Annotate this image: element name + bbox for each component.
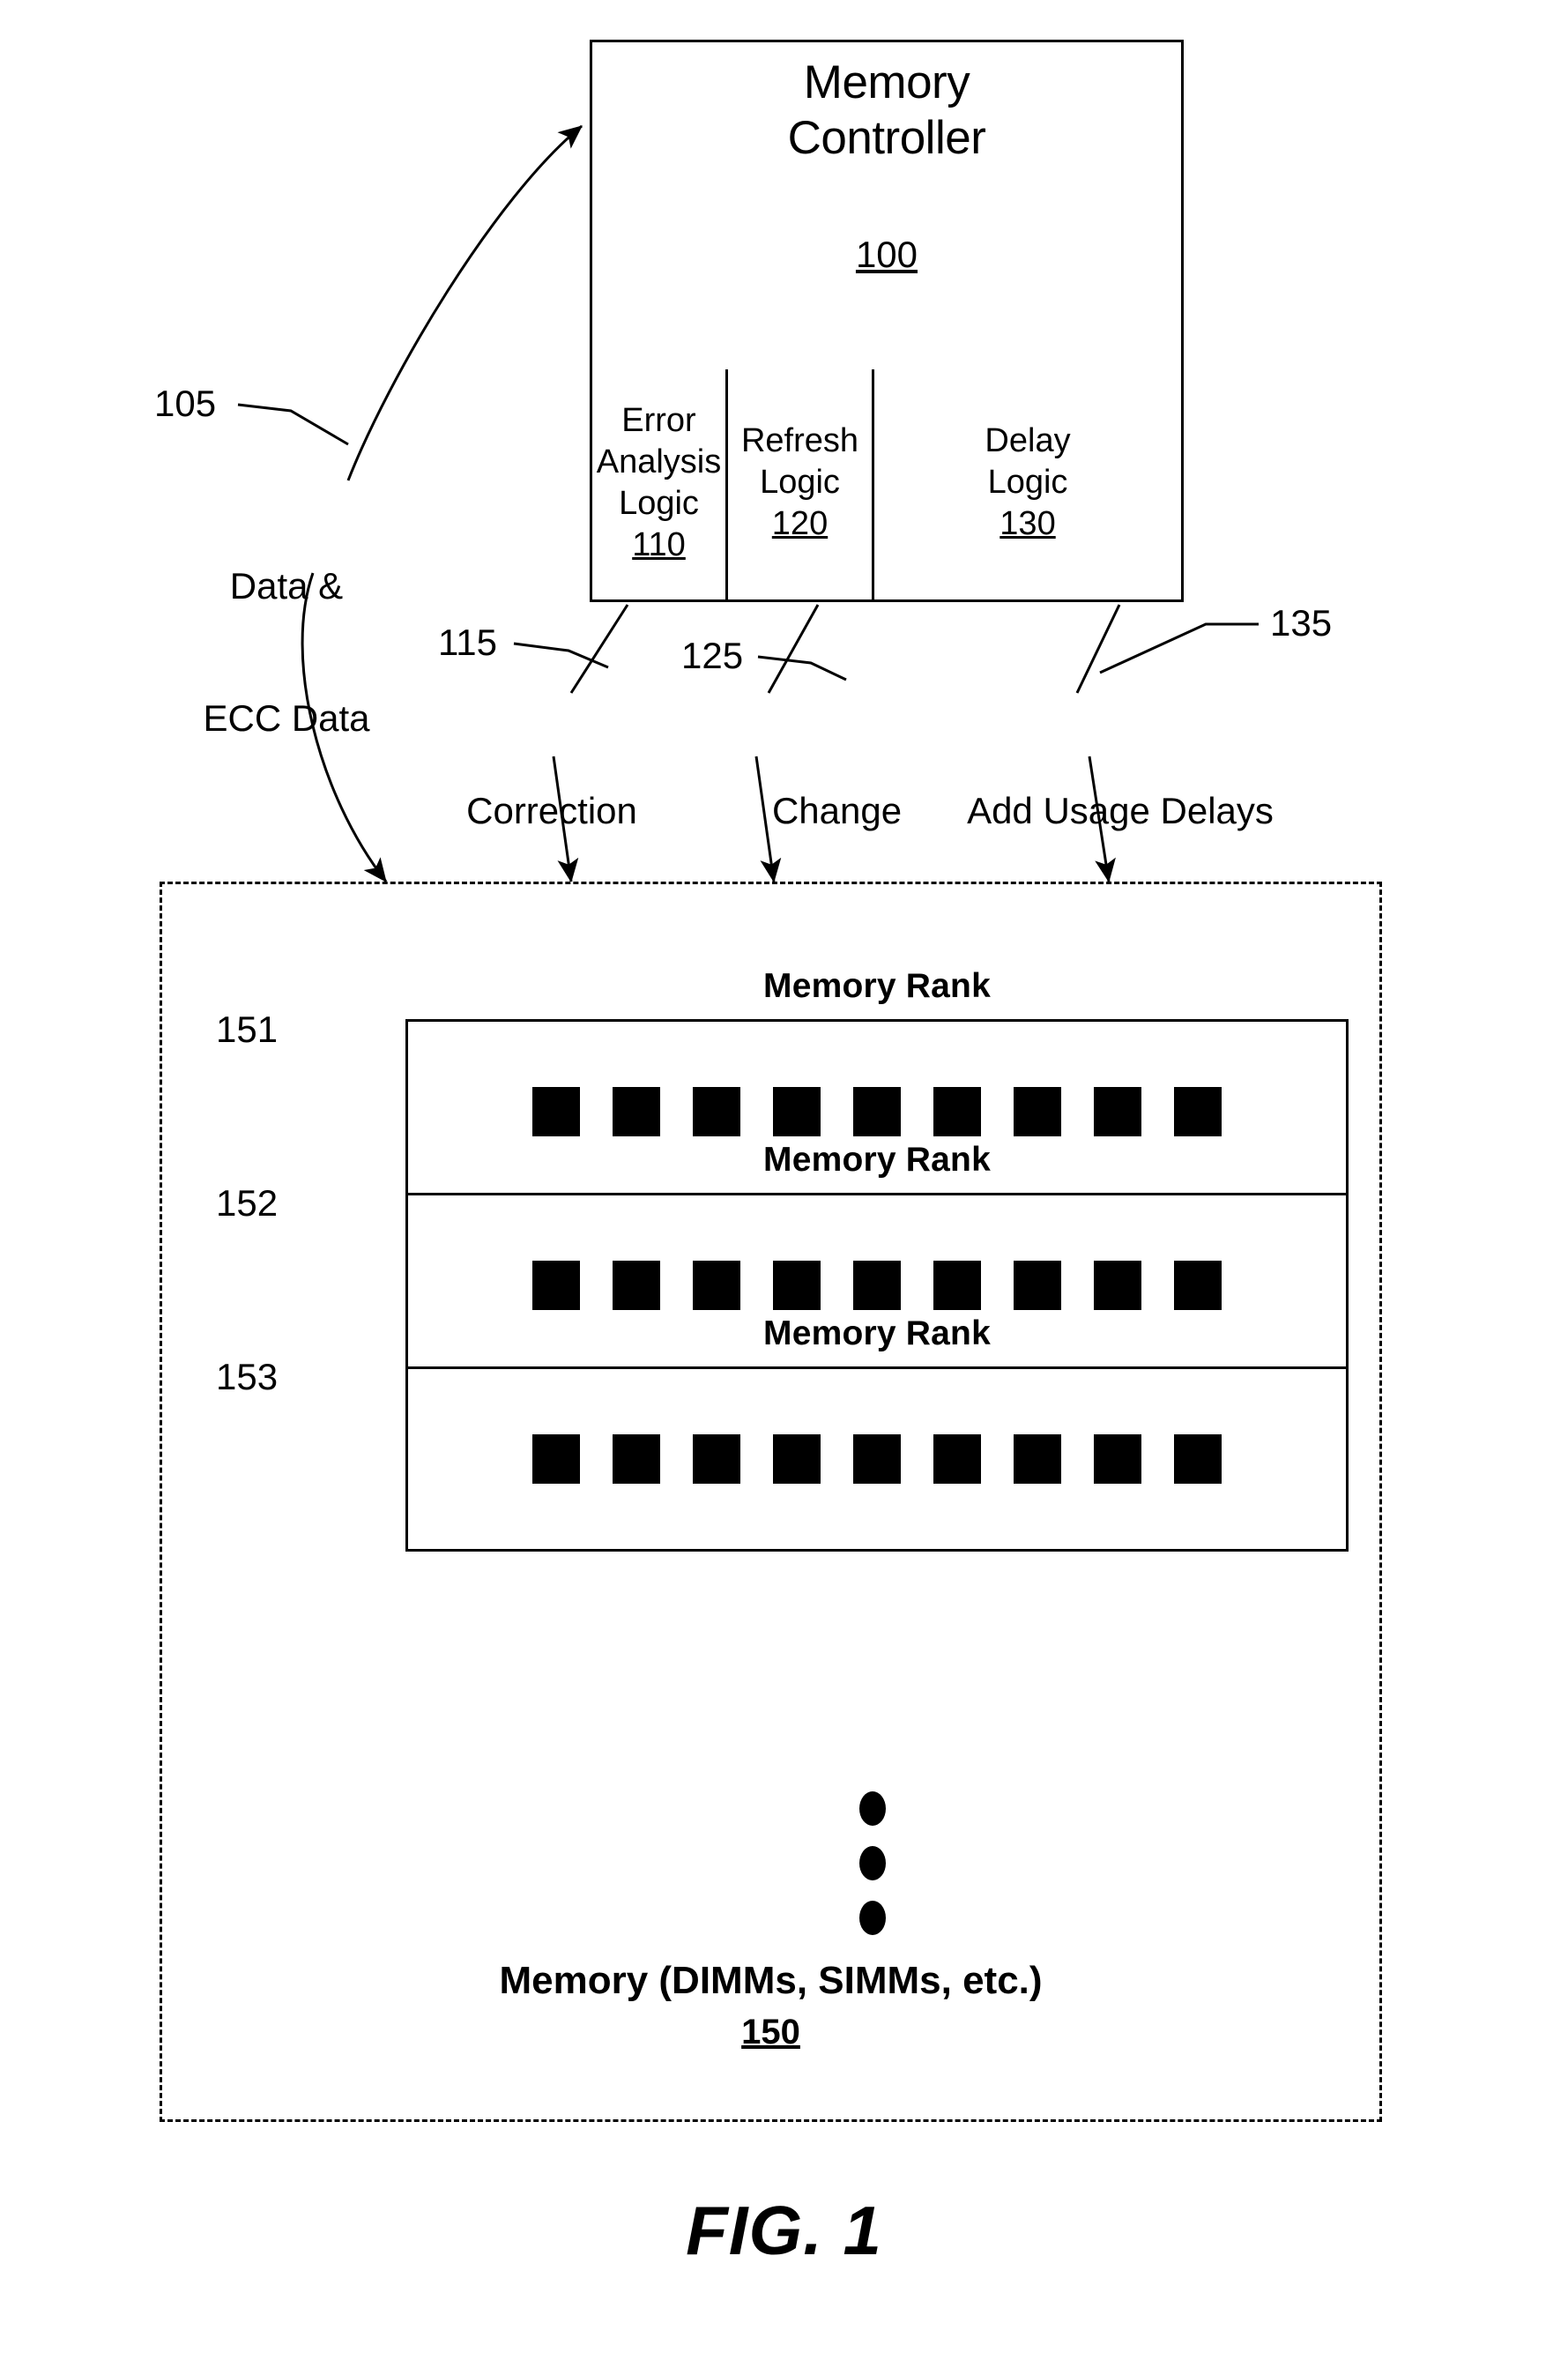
refresh-logic-line2: Logic — [760, 464, 840, 501]
controller-title-line2: Controller — [787, 112, 986, 164]
memory-chip — [1094, 1087, 1141, 1136]
memory-chip — [933, 1261, 981, 1310]
refresh-logic-ref: 120 — [771, 505, 829, 542]
change-refresh-rate-line1: Change — [771, 790, 903, 831]
memory-chip — [773, 1261, 821, 1310]
memory-chip-row-3 — [408, 1434, 1346, 1484]
ref-number-105: 105 — [154, 383, 217, 424]
memory-controller-title: Memory Controller — [590, 55, 1184, 166]
leader-135 — [1099, 622, 1259, 674]
usage-delay-arrow — [1075, 604, 1121, 694]
memory-caption-ref: 150 — [160, 2013, 1382, 2052]
error-analysis-ref: 110 — [632, 525, 686, 563]
data-ecc-line2: ECC Data — [203, 697, 370, 739]
memory-rank-box-3 — [405, 1366, 1349, 1552]
error-analysis-line3: Logic — [619, 484, 699, 522]
vertical-ellipsis-dot-icon — [859, 1846, 886, 1880]
leader-105 — [237, 403, 349, 446]
memory-chip-row-2 — [408, 1261, 1346, 1310]
memory-chip — [1174, 1434, 1222, 1484]
memory-chip — [532, 1261, 580, 1310]
memory-chip — [853, 1434, 901, 1484]
data-ecc-arrow-up — [346, 124, 583, 481]
memory-rank-title-2: Memory Rank — [763, 1141, 991, 1179]
patent-figure: Memory Controller 100 Error Analysis Log… — [0, 0, 1568, 2360]
memory-rank-title-1: Memory Rank — [763, 967, 991, 1005]
ref-number-135: 135 — [1270, 602, 1333, 644]
error-analysis-line1: Error — [621, 401, 696, 439]
vertical-ellipsis-dot-icon — [859, 1791, 886, 1826]
memory-chip — [613, 1087, 660, 1136]
error-analysis-line2: Analysis — [596, 443, 722, 480]
refresh-logic-line1: Refresh — [740, 422, 859, 459]
ref-number-152: 152 — [216, 1182, 279, 1224]
delay-logic-ref: 130 — [1000, 505, 1056, 542]
memory-chip — [532, 1434, 580, 1484]
memory-controller-ref: 100 — [590, 234, 1184, 276]
memory-chip — [933, 1087, 981, 1136]
memory-chip — [1014, 1087, 1061, 1136]
controller-ref-value: 100 — [855, 234, 918, 275]
controller-title-line1: Memory — [803, 56, 970, 108]
add-usage-delays-line1: Add Usage Delays — [967, 790, 1274, 831]
delay-logic-line1: Delay — [985, 422, 1071, 459]
memory-chip — [613, 1261, 660, 1310]
memory-chip — [693, 1434, 740, 1484]
leader-115 — [513, 642, 609, 669]
controller-logic-row: Error Analysis Logic 110 Refresh Logic 1… — [592, 369, 1181, 599]
memory-chip — [1014, 1261, 1061, 1310]
delay-logic-block: Delay Logic 130 — [874, 369, 1181, 599]
memory-chip-row-1 — [408, 1087, 1346, 1136]
correction-data-line1: Correction — [466, 790, 637, 831]
delay-logic-line2: Logic — [987, 464, 1068, 501]
memory-chip — [532, 1087, 580, 1136]
memory-chip — [853, 1087, 901, 1136]
data-ecc-label: Data & ECC Data — [163, 476, 410, 829]
error-analysis-logic-block: Error Analysis Logic 110 — [592, 369, 728, 599]
leader-125 — [757, 655, 847, 681]
memory-chip — [1174, 1261, 1222, 1310]
ref-number-153: 153 — [216, 1356, 279, 1397]
memory-ref-value: 150 — [741, 2013, 800, 2051]
ref-number-115: 115 — [438, 622, 497, 663]
memory-caption: Memory (DIMMs, SIMMs, etc.) — [499, 1959, 1043, 2002]
refresh-rate-arrow — [767, 604, 820, 694]
memory-chip — [693, 1087, 740, 1136]
memory-chip — [933, 1434, 981, 1484]
memory-chip — [1094, 1434, 1141, 1484]
memory-chip — [1174, 1087, 1222, 1136]
vertical-ellipsis-dot-icon — [859, 1901, 886, 1935]
memory-chip — [693, 1261, 740, 1310]
data-ecc-line1: Data & — [229, 565, 344, 607]
memory-chip — [1014, 1434, 1061, 1484]
figure-caption: FIG. 1 — [686, 2192, 882, 2269]
memory-chip — [773, 1087, 821, 1136]
memory-chip — [613, 1434, 660, 1484]
memory-chip — [853, 1261, 901, 1310]
correction-data-arrow — [569, 604, 629, 694]
memory-rank-title-3: Memory Rank — [763, 1314, 991, 1352]
memory-chip — [1094, 1261, 1141, 1310]
ref-number-125: 125 — [681, 635, 744, 676]
memory-chip — [773, 1434, 821, 1484]
ref-number-151: 151 — [216, 1009, 279, 1050]
refresh-logic-block: Refresh Logic 120 — [728, 369, 874, 599]
